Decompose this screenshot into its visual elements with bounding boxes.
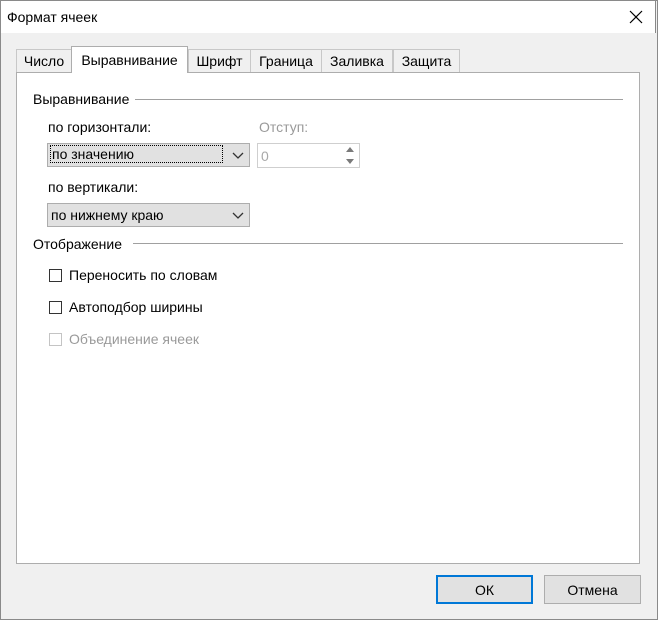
horizontal-select-value: по значению: [50, 145, 223, 163]
tab-protection[interactable]: Защита: [393, 49, 460, 72]
indent-label: Отступ:: [259, 119, 309, 135]
tab-font[interactable]: Шрифт: [188, 49, 251, 72]
tab-alignment[interactable]: Выравнивание: [71, 46, 188, 73]
horizontal-select[interactable]: по значению: [47, 143, 250, 167]
display-group-divider: [133, 243, 623, 244]
ok-button[interactable]: ОК: [436, 575, 533, 604]
tab-panel: Выравнивание по горизонтали: Отступ: по …: [16, 72, 640, 564]
title-bar: Формат ячеек: [0, 0, 656, 33]
display-group-title: Отображение: [33, 236, 127, 252]
checkbox-box[interactable]: [49, 300, 62, 314]
vertical-select[interactable]: по нижнему краю: [47, 203, 250, 227]
merge-cells-label: Объединение ячеек: [69, 331, 199, 347]
indent-up-button[interactable]: [341, 144, 359, 155]
tab-number[interactable]: Число: [16, 49, 72, 72]
window-title: Формат ячеек: [7, 9, 98, 25]
alignment-group-divider: [135, 99, 623, 100]
alignment-group-title: Выравнивание: [33, 91, 134, 107]
tab-border[interactable]: Граница: [250, 49, 322, 72]
indent-down-button[interactable]: [341, 156, 359, 167]
indent-value: 0: [261, 148, 269, 164]
indent-stepper[interactable]: 0: [257, 143, 360, 168]
shrink-to-fit-checkbox[interactable]: Автоподбор ширины: [49, 299, 203, 315]
up-arrow-icon: [346, 147, 354, 152]
tab-fill[interactable]: Заливка: [321, 49, 393, 72]
wrap-text-label: Переносить по словам: [69, 267, 218, 283]
cancel-button[interactable]: Отмена: [544, 575, 641, 604]
wrap-text-checkbox[interactable]: Переносить по словам: [49, 267, 217, 283]
vertical-label: по вертикали:: [48, 179, 139, 195]
checkbox-box: [49, 332, 62, 346]
chevron-down-icon: [232, 152, 244, 159]
down-arrow-icon: [346, 159, 354, 164]
close-button[interactable]: [615, 2, 657, 32]
horizontal-label: по горизонтали:: [48, 119, 152, 135]
close-icon: [629, 10, 643, 24]
shrink-to-fit-label: Автоподбор ширины: [69, 299, 203, 315]
chevron-down-icon: [232, 212, 244, 219]
vertical-select-value: по нижнему краю: [51, 207, 164, 223]
merge-cells-checkbox: Объединение ячеек: [49, 331, 199, 347]
checkbox-box[interactable]: [49, 268, 62, 282]
